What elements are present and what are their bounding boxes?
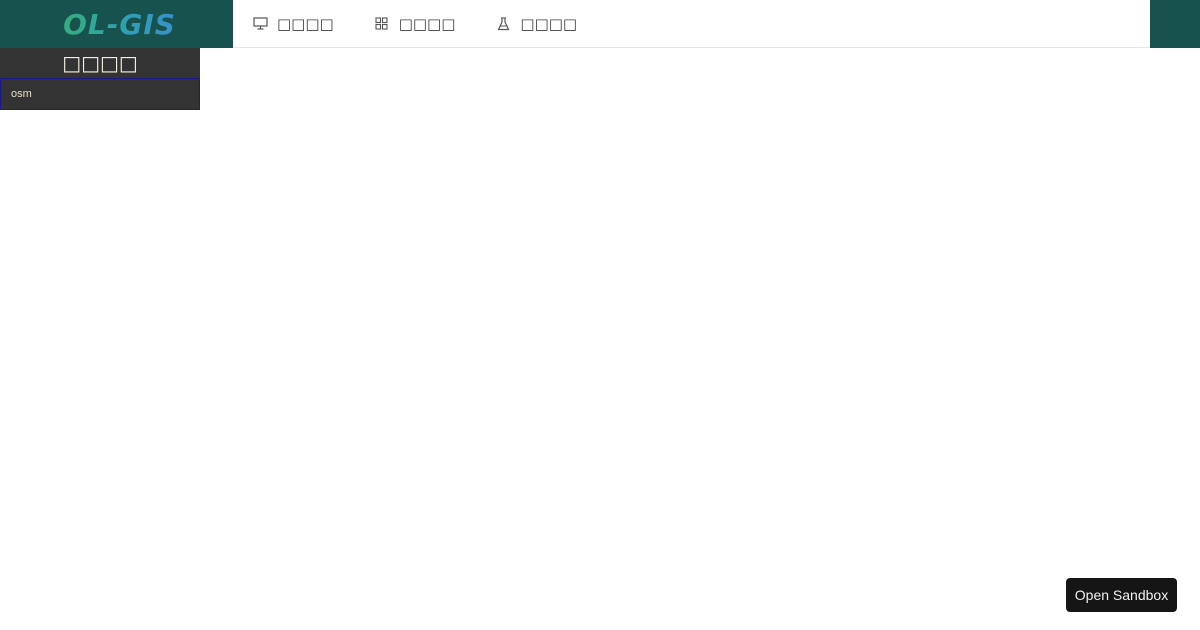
open-sandbox-label: Open Sandbox — [1074, 587, 1169, 603]
nav-item-3[interactable]: □□□□ — [495, 0, 577, 48]
app-header: OL-GIS □□□□ □□□□ □□□□ — [0, 0, 1200, 48]
top-nav: □□□□ □□□□ □□□□ — [233, 0, 1150, 48]
open-sandbox-button[interactable]: Open Sandbox — [1066, 578, 1177, 612]
layer-sidebar: □□□□ osm — [0, 48, 200, 110]
sidebar-title: □□□□ — [62, 51, 138, 75]
flask-icon — [495, 16, 511, 32]
nav-item-label: □□□□ — [520, 14, 578, 33]
logo[interactable]: OL-GIS — [0, 0, 233, 48]
grid-icon — [374, 16, 390, 32]
layer-item-label: osm — [11, 88, 32, 100]
layer-item-osm[interactable]: osm — [0, 78, 200, 110]
nav-item-2[interactable]: □□□□ — [374, 0, 456, 48]
logo-text: OL-GIS — [63, 7, 176, 41]
monitor-icon — [252, 16, 268, 32]
nav-item-label: □□□□ — [277, 14, 334, 33]
nav-item-1[interactable]: □□□□ — [252, 0, 334, 48]
nav-item-label: □□□□ — [398, 14, 456, 33]
